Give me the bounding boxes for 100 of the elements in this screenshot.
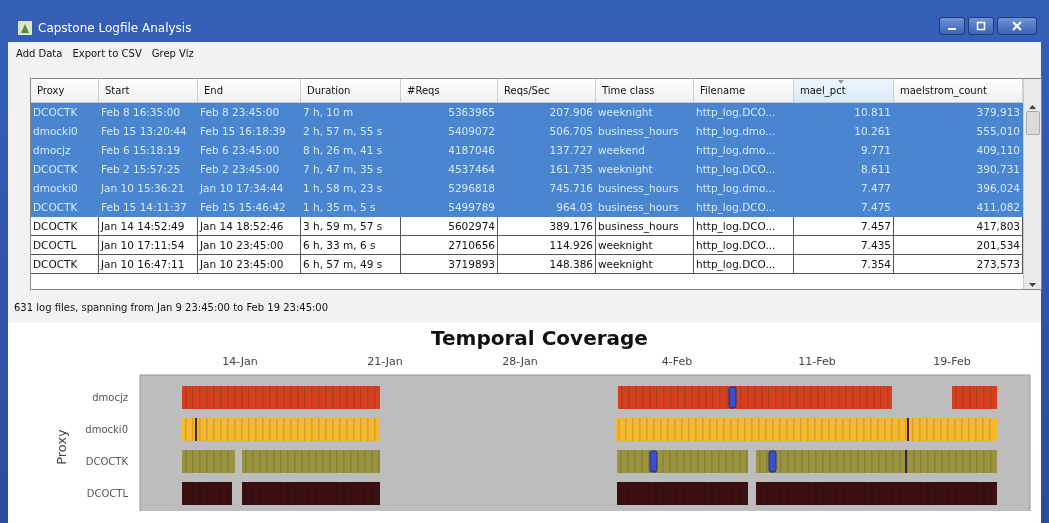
- table-cell: 4537464: [401, 160, 498, 179]
- table-cell: Feb 6 15:18:19: [99, 141, 198, 160]
- column-header[interactable]: End: [198, 79, 301, 103]
- axis-tick-label: DCOCTK: [85, 456, 128, 467]
- menu-item[interactable]: Grep Viz: [149, 45, 196, 61]
- table-cell: 137.727: [498, 141, 596, 160]
- table-cell: 5602974: [401, 217, 498, 236]
- table-cell: 1 h, 35 m, 5 s: [301, 198, 401, 217]
- table-cell: 2 h, 57 m, 55 s: [301, 122, 401, 141]
- table-cell: 7 h, 10 m: [301, 103, 401, 122]
- table-cell: 6 h, 33 m, 6 s: [301, 236, 401, 255]
- table-cell: 379,913: [894, 103, 1023, 122]
- table-cell: business_hours: [596, 122, 694, 141]
- column-header[interactable]: Reqs/Sec: [498, 79, 596, 103]
- table-cell: 411,082: [894, 198, 1023, 217]
- scroll-up-icon[interactable]: [1029, 105, 1036, 109]
- scroll-thumb[interactable]: [1025, 111, 1040, 135]
- table-cell: weeknight: [596, 255, 694, 274]
- column-header[interactable]: mael_pct: [794, 79, 894, 103]
- table-cell: weekend: [596, 141, 694, 160]
- table-cell: Jan 10 17:11:54: [99, 236, 198, 255]
- column-header[interactable]: #Reqs: [401, 79, 498, 103]
- minimize-button[interactable]: [939, 17, 965, 35]
- menu-item[interactable]: Add Data: [14, 45, 65, 61]
- table-cell: Jan 14 18:52:46: [198, 217, 301, 236]
- table-cell: Feb 15 16:18:39: [198, 122, 301, 141]
- column-header[interactable]: Filename: [694, 79, 794, 103]
- table-cell: 389.176: [498, 217, 596, 236]
- table-cell: DCOCTK: [31, 103, 99, 122]
- table-cell: weeknight: [596, 160, 694, 179]
- axis-title: Proxy: [54, 429, 69, 465]
- table-cell: DCOCTL: [31, 236, 99, 255]
- table-cell: weeknight: [596, 103, 694, 122]
- table-cell: 9.771: [794, 141, 894, 160]
- table-cell: Feb 15 13:20:44: [99, 122, 198, 141]
- table-cell: 161.735: [498, 160, 596, 179]
- table-cell: http_log.DCO...: [694, 198, 794, 217]
- table-cell: business_hours: [596, 198, 694, 217]
- table-cell: http_log.DCO...: [694, 236, 794, 255]
- table-cell: 506.705: [498, 122, 596, 141]
- table-cell: dmocki0: [31, 122, 99, 141]
- column-header[interactable]: Duration: [301, 79, 401, 103]
- minimize-icon: [948, 28, 956, 30]
- table-cell: weeknight: [596, 236, 694, 255]
- table-cell: Feb 15 15:46:42: [198, 198, 301, 217]
- table-cell: 7.435: [794, 236, 894, 255]
- table-cell: DCOCTK: [31, 217, 99, 236]
- table-cell: 555,010: [894, 122, 1023, 141]
- table-cell: Jan 14 14:52:49: [99, 217, 198, 236]
- menu-item[interactable]: Export to CSV: [70, 45, 144, 61]
- table-cell: Feb 8 23:45:00: [198, 103, 301, 122]
- table-cell: http_log.dmo...: [694, 122, 794, 141]
- table-cell: 4187046: [401, 141, 498, 160]
- sort-icon: [837, 80, 844, 84]
- table-cell: Jan 10 17:34:44: [198, 179, 301, 198]
- table-cell: 7.354: [794, 255, 894, 274]
- column-header[interactable]: Proxy: [31, 79, 99, 103]
- table-cell: http_log.dmo...: [694, 141, 794, 160]
- table-cell: Feb 2 23:45:00: [198, 160, 301, 179]
- table-cell: 390,731: [894, 160, 1023, 179]
- maximize-icon: [976, 21, 986, 31]
- table-cell: 5363965: [401, 103, 498, 122]
- chart-title: Temporal Coverage: [430, 325, 649, 351]
- close-button[interactable]: [997, 17, 1037, 35]
- table-cell: 207.906: [498, 103, 596, 122]
- axis-tick-label: 14-Jan: [222, 355, 258, 368]
- axis-tick-label: DCOCTL: [86, 488, 128, 499]
- table-cell: DCOCTK: [31, 255, 99, 274]
- table-cell: 6 h, 57 m, 49 s: [301, 255, 401, 274]
- table-cell: Jan 10 23:45:00: [198, 255, 301, 274]
- table-cell: http_log.DCO...: [694, 217, 794, 236]
- table-cell: Feb 15 14:11:37: [99, 198, 198, 217]
- table-cell: 409,110: [894, 141, 1023, 160]
- table-cell: 7.477: [794, 179, 894, 198]
- table-cell: 10.261: [794, 122, 894, 141]
- column-header[interactable]: Start: [99, 79, 198, 103]
- table-cell: Feb 8 16:35:00: [99, 103, 198, 122]
- table-cell: 5409072: [401, 122, 498, 141]
- axis-tick-label: 28-Jan: [502, 355, 538, 368]
- table-cell: 8 h, 26 m, 41 s: [301, 141, 401, 160]
- app-icon: [18, 21, 32, 35]
- scroll-down-icon[interactable]: [1029, 283, 1036, 287]
- table-cell: 148.386: [498, 255, 596, 274]
- table-cell: business_hours: [596, 217, 694, 236]
- table-cell: 3719893: [401, 255, 498, 274]
- column-header[interactable]: maelstrom_count: [894, 79, 1023, 103]
- table-cell: 964.03: [498, 198, 596, 217]
- table-cell: 1 h, 58 m, 23 s: [301, 179, 401, 198]
- maximize-button[interactable]: [968, 17, 994, 35]
- table-cell: 10.811: [794, 103, 894, 122]
- table-cell: 8.611: [794, 160, 894, 179]
- table-cell: 5296818: [401, 179, 498, 198]
- column-header[interactable]: Time class: [596, 79, 694, 103]
- table-cell: 3 h, 59 m, 57 s: [301, 217, 401, 236]
- table-cell: 7 h, 47 m, 35 s: [301, 160, 401, 179]
- scrollbar[interactable]: [1023, 79, 1041, 289]
- axis-tick-label: 4-Feb: [661, 355, 693, 368]
- axis-tick-label: 21-Jan: [367, 355, 403, 368]
- table-cell: Jan 10 15:36:21: [99, 179, 198, 198]
- table-cell: http_log.DCO...: [694, 160, 794, 179]
